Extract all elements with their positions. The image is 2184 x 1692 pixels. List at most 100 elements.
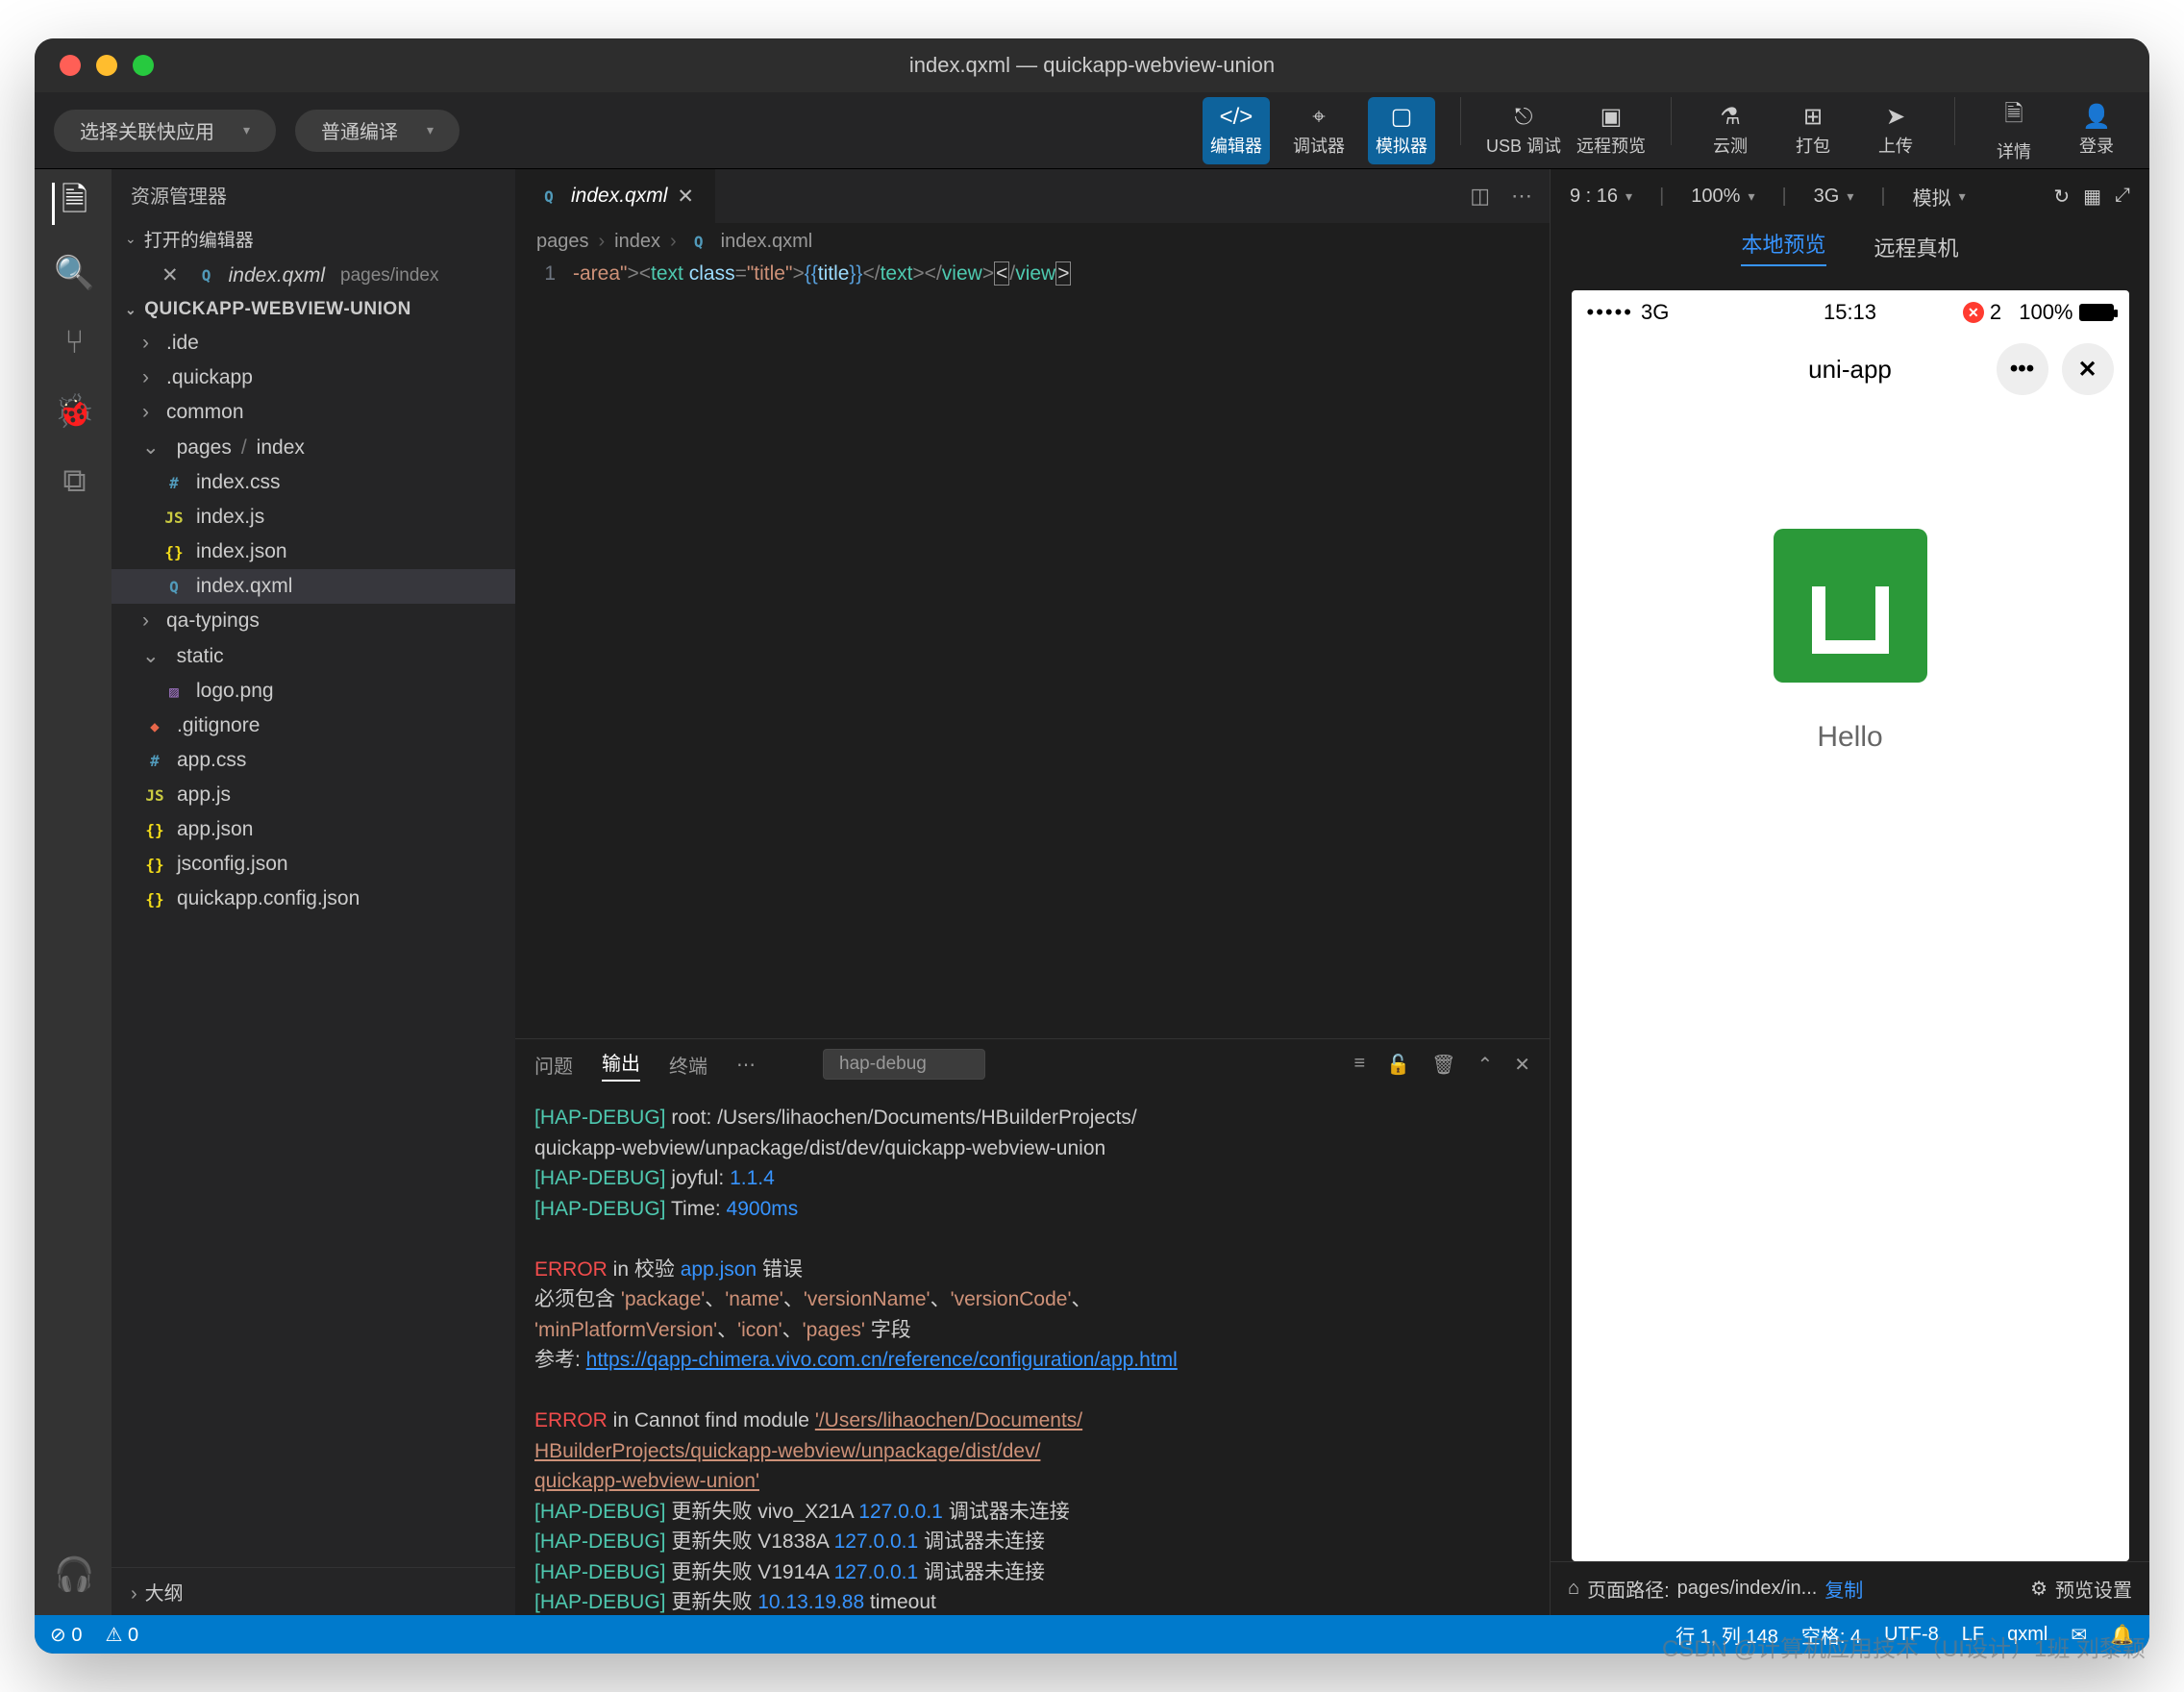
tab-terminal[interactable]: 终端 bbox=[669, 1051, 707, 1079]
explorer-icon[interactable]: 🗎 bbox=[52, 183, 94, 225]
chevron-down-icon: ▾ bbox=[427, 122, 434, 138]
file-quickapp-config[interactable]: {}quickapp.config.json bbox=[112, 882, 515, 916]
device-statusbar: 3G 15:13 ✕ 2 100% bbox=[1572, 290, 2129, 335]
errors-count[interactable]: ⊘ 0 bbox=[50, 1623, 82, 1647]
zoom-select[interactable]: 100%▾ bbox=[1691, 186, 1754, 208]
open-editors-header[interactable]: ⌄打开的编辑器 bbox=[112, 220, 515, 258]
output-log[interactable]: [HAP-DEBUG] root: /Users/lihaochen/Docum… bbox=[515, 1089, 1550, 1615]
file-gitignore[interactable]: ◆.gitignore bbox=[112, 709, 515, 743]
file-app-json[interactable]: {}app.json bbox=[112, 812, 515, 847]
maximize-icon[interactable] bbox=[133, 55, 154, 76]
cloud-test-button[interactable]: ⚗云测 bbox=[1697, 97, 1764, 164]
battery-icon bbox=[2079, 304, 2114, 321]
split-icon[interactable]: ◫ bbox=[1470, 184, 1490, 209]
git-icon: ◆ bbox=[142, 717, 167, 735]
login-button[interactable]: 👤登录 bbox=[2063, 97, 2130, 164]
tab-remote-device[interactable]: 远程真机 bbox=[1874, 232, 1959, 262]
device-navbar: uni-app bbox=[1572, 335, 2129, 404]
folder-common[interactable]: common bbox=[112, 395, 515, 430]
tab-local-preview[interactable]: 本地预览 bbox=[1741, 228, 1825, 266]
app-title: uni-app bbox=[1808, 355, 1892, 385]
toolbar-buttons: </>编辑器 ⌖调试器 ▢模拟器 ⎋USB 调试 ▣远程预览 ⚗云测 ⊞打包 ➤… bbox=[1203, 97, 2130, 164]
file-index-json[interactable]: {}index.json bbox=[112, 535, 515, 569]
bug-icon[interactable]: 🐞 bbox=[52, 390, 94, 433]
simulator-button[interactable]: ▢模拟器 bbox=[1368, 97, 1435, 164]
usb-icon: ⎋ bbox=[1515, 104, 1533, 131]
branch-icon[interactable]: ⑂ bbox=[52, 321, 94, 363]
output-channel-select[interactable]: hap-debug bbox=[823, 1049, 985, 1080]
file-index-css[interactable]: #index.css bbox=[112, 465, 515, 500]
folder-static[interactable]: static bbox=[112, 638, 515, 674]
copy-button[interactable]: 复制 bbox=[1824, 1575, 1863, 1603]
open-editor-item[interactable]: ✕ Q index.qxml pages/index bbox=[112, 258, 515, 293]
close-icon[interactable] bbox=[60, 55, 81, 76]
file-app-css[interactable]: #app.css bbox=[112, 743, 515, 778]
warnings-count[interactable]: ⚠ 0 bbox=[105, 1623, 138, 1647]
bottom-panel: 问题 输出 终端 ⋯ hap-debug ≡ 🔓 🗑 ⌃ ✕ [HAP-DEBU… bbox=[515, 1038, 1550, 1615]
more-icon[interactable]: ⋯ bbox=[736, 1053, 756, 1077]
debugger-button[interactable]: ⌖调试器 bbox=[1285, 97, 1353, 164]
chevron-up-icon[interactable]: ⌃ bbox=[1477, 1053, 1493, 1077]
file-index-qxml[interactable]: Qindex.qxml bbox=[112, 569, 515, 604]
folder-ide[interactable]: .ide bbox=[112, 326, 515, 361]
close-panel-icon[interactable]: ✕ bbox=[1514, 1053, 1530, 1077]
breadcrumb[interactable]: pages› index› Q index.qxml bbox=[515, 223, 1550, 261]
close-icon[interactable]: ✕ bbox=[161, 263, 179, 287]
device-simulator[interactable]: 3G 15:13 ✕ 2 100% uni-app bbox=[1572, 290, 2129, 1561]
tab-output[interactable]: 输出 bbox=[602, 1048, 640, 1082]
file-index-js[interactable]: JSindex.js bbox=[112, 500, 515, 535]
folder-pages[interactable]: pages/index bbox=[112, 430, 515, 465]
app-window: index.qxml — quickapp-webview-union 选择关联… bbox=[35, 38, 2149, 1654]
close-tab-icon[interactable]: ✕ bbox=[677, 185, 694, 209]
pack-button[interactable]: ⊞打包 bbox=[1779, 97, 1847, 164]
expand-icon[interactable]: ⤢ bbox=[2115, 185, 2130, 209]
qxml-icon: Q bbox=[686, 233, 711, 251]
titlebar[interactable]: index.qxml — quickapp-webview-union bbox=[35, 38, 2149, 92]
usb-debug-button[interactable]: ⎋USB 调试 bbox=[1486, 97, 1561, 164]
mode-select[interactable]: 模拟▾ bbox=[1913, 183, 1966, 211]
detail-button[interactable]: 🗎详情 bbox=[1980, 97, 2048, 164]
file-logo[interactable]: ▨logo.png bbox=[112, 674, 515, 709]
more-icon[interactable]: ⋯ bbox=[1511, 184, 1532, 209]
gear-icon: ⚙ bbox=[2030, 1577, 2048, 1601]
minimize-icon[interactable] bbox=[96, 55, 117, 76]
hello-text: Hello bbox=[1817, 721, 1882, 754]
filter-icon[interactable]: ≡ bbox=[1354, 1053, 1366, 1077]
lock-icon[interactable]: 🔓 bbox=[1386, 1053, 1410, 1077]
body: 🗎 🔍 ⑂ 🐞 ⧉ 🎧 资源管理器 ⌄打开的编辑器 ✕ Q index.qxml… bbox=[35, 169, 2149, 1615]
code-editor[interactable]: 1 -area"><text class="title">{{title}}</… bbox=[515, 261, 1550, 286]
device-time: 15:13 bbox=[1824, 300, 1876, 325]
folder-qa-typings[interactable]: qa-typings bbox=[112, 604, 515, 638]
file-jsconfig[interactable]: {}jsconfig.json bbox=[112, 847, 515, 882]
network-select[interactable]: 3G▾ bbox=[1814, 186, 1854, 208]
json-icon: {} bbox=[142, 856, 167, 874]
image-icon: ▨ bbox=[161, 683, 186, 701]
tab-problems[interactable]: 问题 bbox=[534, 1051, 573, 1079]
debug-icon: ⌖ bbox=[1312, 104, 1326, 131]
support-icon[interactable]: 🎧 bbox=[52, 1554, 94, 1596]
screenshot-icon[interactable]: ⧉ bbox=[52, 460, 94, 502]
home-icon[interactable]: ⌂ bbox=[1568, 1578, 1579, 1600]
traffic-lights bbox=[60, 55, 154, 76]
editor-button[interactable]: </>编辑器 bbox=[1203, 97, 1270, 164]
preview-bottom-bar: ⌂ 页面路径: pages/index/in... 复制 ⚙ 预览设置 bbox=[1551, 1561, 2149, 1615]
preview-settings-button[interactable]: ⚙ 预览设置 bbox=[2030, 1575, 2132, 1603]
upload-button[interactable]: ➤上传 bbox=[1862, 97, 1929, 164]
project-header[interactable]: ⌄QUICKAPP-WEBVIEW-UNION bbox=[112, 293, 515, 326]
capsule-menu-icon[interactable] bbox=[1997, 343, 2048, 395]
app-select-dropdown[interactable]: 选择关联快应用▾ bbox=[54, 110, 276, 152]
clear-icon[interactable]: 🗑 bbox=[1431, 1053, 1455, 1077]
compile-mode-dropdown[interactable]: 普通编译▾ bbox=[295, 110, 459, 152]
folder-quickapp[interactable]: .quickapp bbox=[112, 361, 515, 395]
flask-icon: ⚗ bbox=[1720, 103, 1741, 131]
qr-icon[interactable]: ▦ bbox=[2083, 185, 2101, 209]
aspect-select[interactable]: 9 : 16▾ bbox=[1570, 186, 1632, 208]
outline-header[interactable]: 大纲 bbox=[112, 1567, 515, 1615]
search-icon[interactable]: 🔍 bbox=[52, 252, 94, 294]
css-icon: # bbox=[142, 752, 167, 770]
capsule-close-icon[interactable] bbox=[2062, 343, 2114, 395]
refresh-icon[interactable]: ↻ bbox=[2053, 185, 2070, 209]
remote-preview-button[interactable]: ▣远程预览 bbox=[1576, 97, 1646, 164]
file-app-js[interactable]: JSapp.js bbox=[112, 778, 515, 812]
tab-index-qxml[interactable]: Q index.qxml ✕ bbox=[515, 169, 716, 223]
